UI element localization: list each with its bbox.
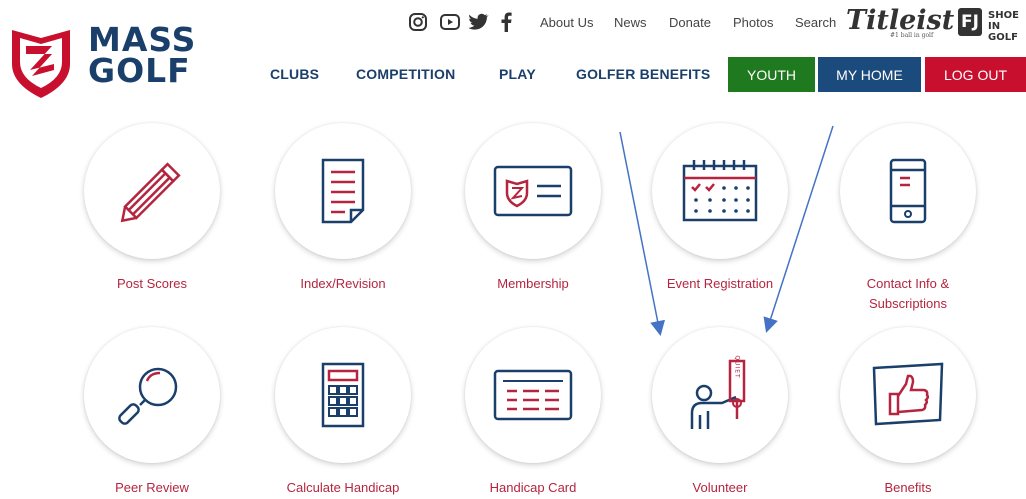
brand-name: MASS GOLF <box>88 20 197 90</box>
tile-peer-review[interactable] <box>84 327 220 463</box>
document-icon <box>321 158 365 224</box>
nav-golfer-benefits[interactable]: GOLFER BENEFITS <box>576 66 710 82</box>
tile-label-contact-line2: Subscriptions <box>868 296 948 311</box>
tile-calculate-handicap[interactable] <box>275 327 411 463</box>
titleist-sponsor-logo[interactable]: Titleist #1 ball in golf <box>846 4 954 42</box>
thumbs-up-icon <box>872 362 944 426</box>
fj-mark: FJ <box>958 8 982 36</box>
calendar-icon <box>682 160 758 222</box>
tile-label-volunteer[interactable]: Volunteer <box>640 478 800 498</box>
quiet-sign-text: QUIET <box>734 355 741 378</box>
donate-link[interactable]: Donate <box>669 15 711 30</box>
twitter-icon[interactable] <box>467 10 491 34</box>
shield-logo-icon <box>12 30 70 98</box>
tile-index-revision[interactable] <box>275 123 411 259</box>
youth-button[interactable]: YOUTH <box>728 57 815 92</box>
tile-handicap-card[interactable] <box>465 327 601 463</box>
tile-label-contact-info[interactable]: Contact Info & Subscriptions <box>828 274 988 314</box>
instagram-icon[interactable] <box>406 10 430 34</box>
nav-competition[interactable]: COMPETITION <box>356 66 455 82</box>
photos-link[interactable]: Photos <box>733 15 773 30</box>
search-link[interactable]: Search <box>795 15 836 30</box>
my-home-button[interactable]: MY HOME <box>818 57 921 92</box>
tile-label-calculate-handicap[interactable]: Calculate Handicap <box>263 478 423 498</box>
tile-label-handicap-card[interactable]: Handicap Card <box>453 478 613 498</box>
tile-label-membership[interactable]: Membership <box>453 274 613 294</box>
tile-label-benefits[interactable]: Benefits <box>828 478 988 498</box>
tile-event-registration[interactable] <box>652 123 788 259</box>
tile-benefits[interactable] <box>840 327 976 463</box>
tile-label-contact-line1: Contact Info & <box>866 276 950 291</box>
youtube-icon[interactable] <box>438 10 462 34</box>
about-us-link[interactable]: About Us <box>540 15 593 30</box>
volunteer-icon: QUIET <box>690 355 746 429</box>
tile-label-index-revision[interactable]: Index/Revision <box>263 274 423 294</box>
calculator-icon <box>321 362 365 428</box>
arrow-left <box>619 131 666 336</box>
fj-text-1: SHOE <box>988 10 1019 21</box>
pencil-icon <box>120 162 181 223</box>
membership-card-icon <box>493 165 573 217</box>
log-out-button[interactable]: LOG OUT <box>925 57 1026 92</box>
tile-label-peer-review[interactable]: Peer Review <box>72 478 232 498</box>
fj-text-2: IN GOLF <box>988 21 1018 43</box>
tile-contact-info[interactable] <box>840 123 976 259</box>
mass-golf-logo[interactable]: MASS GOLF <box>8 20 203 100</box>
handicap-card-icon <box>493 369 573 421</box>
footjoy-sponsor-logo[interactable]: FJ SHOE IN GOLF <box>958 8 1026 43</box>
magnifier-icon <box>118 367 178 425</box>
facebook-icon[interactable] <box>494 10 518 34</box>
tile-post-scores[interactable] <box>84 123 220 259</box>
tile-membership[interactable] <box>465 123 601 259</box>
tile-label-event-registration[interactable]: Event Registration <box>640 274 800 294</box>
nav-clubs[interactable]: CLUBS <box>270 66 319 82</box>
titleist-tagline: #1 ball in golf <box>890 32 934 39</box>
tile-label-post-scores[interactable]: Post Scores <box>72 274 232 294</box>
nav-play[interactable]: PLAY <box>499 66 536 82</box>
tile-volunteer[interactable]: QUIET <box>652 327 788 463</box>
news-link[interactable]: News <box>614 15 647 30</box>
phone-icon <box>889 158 927 224</box>
